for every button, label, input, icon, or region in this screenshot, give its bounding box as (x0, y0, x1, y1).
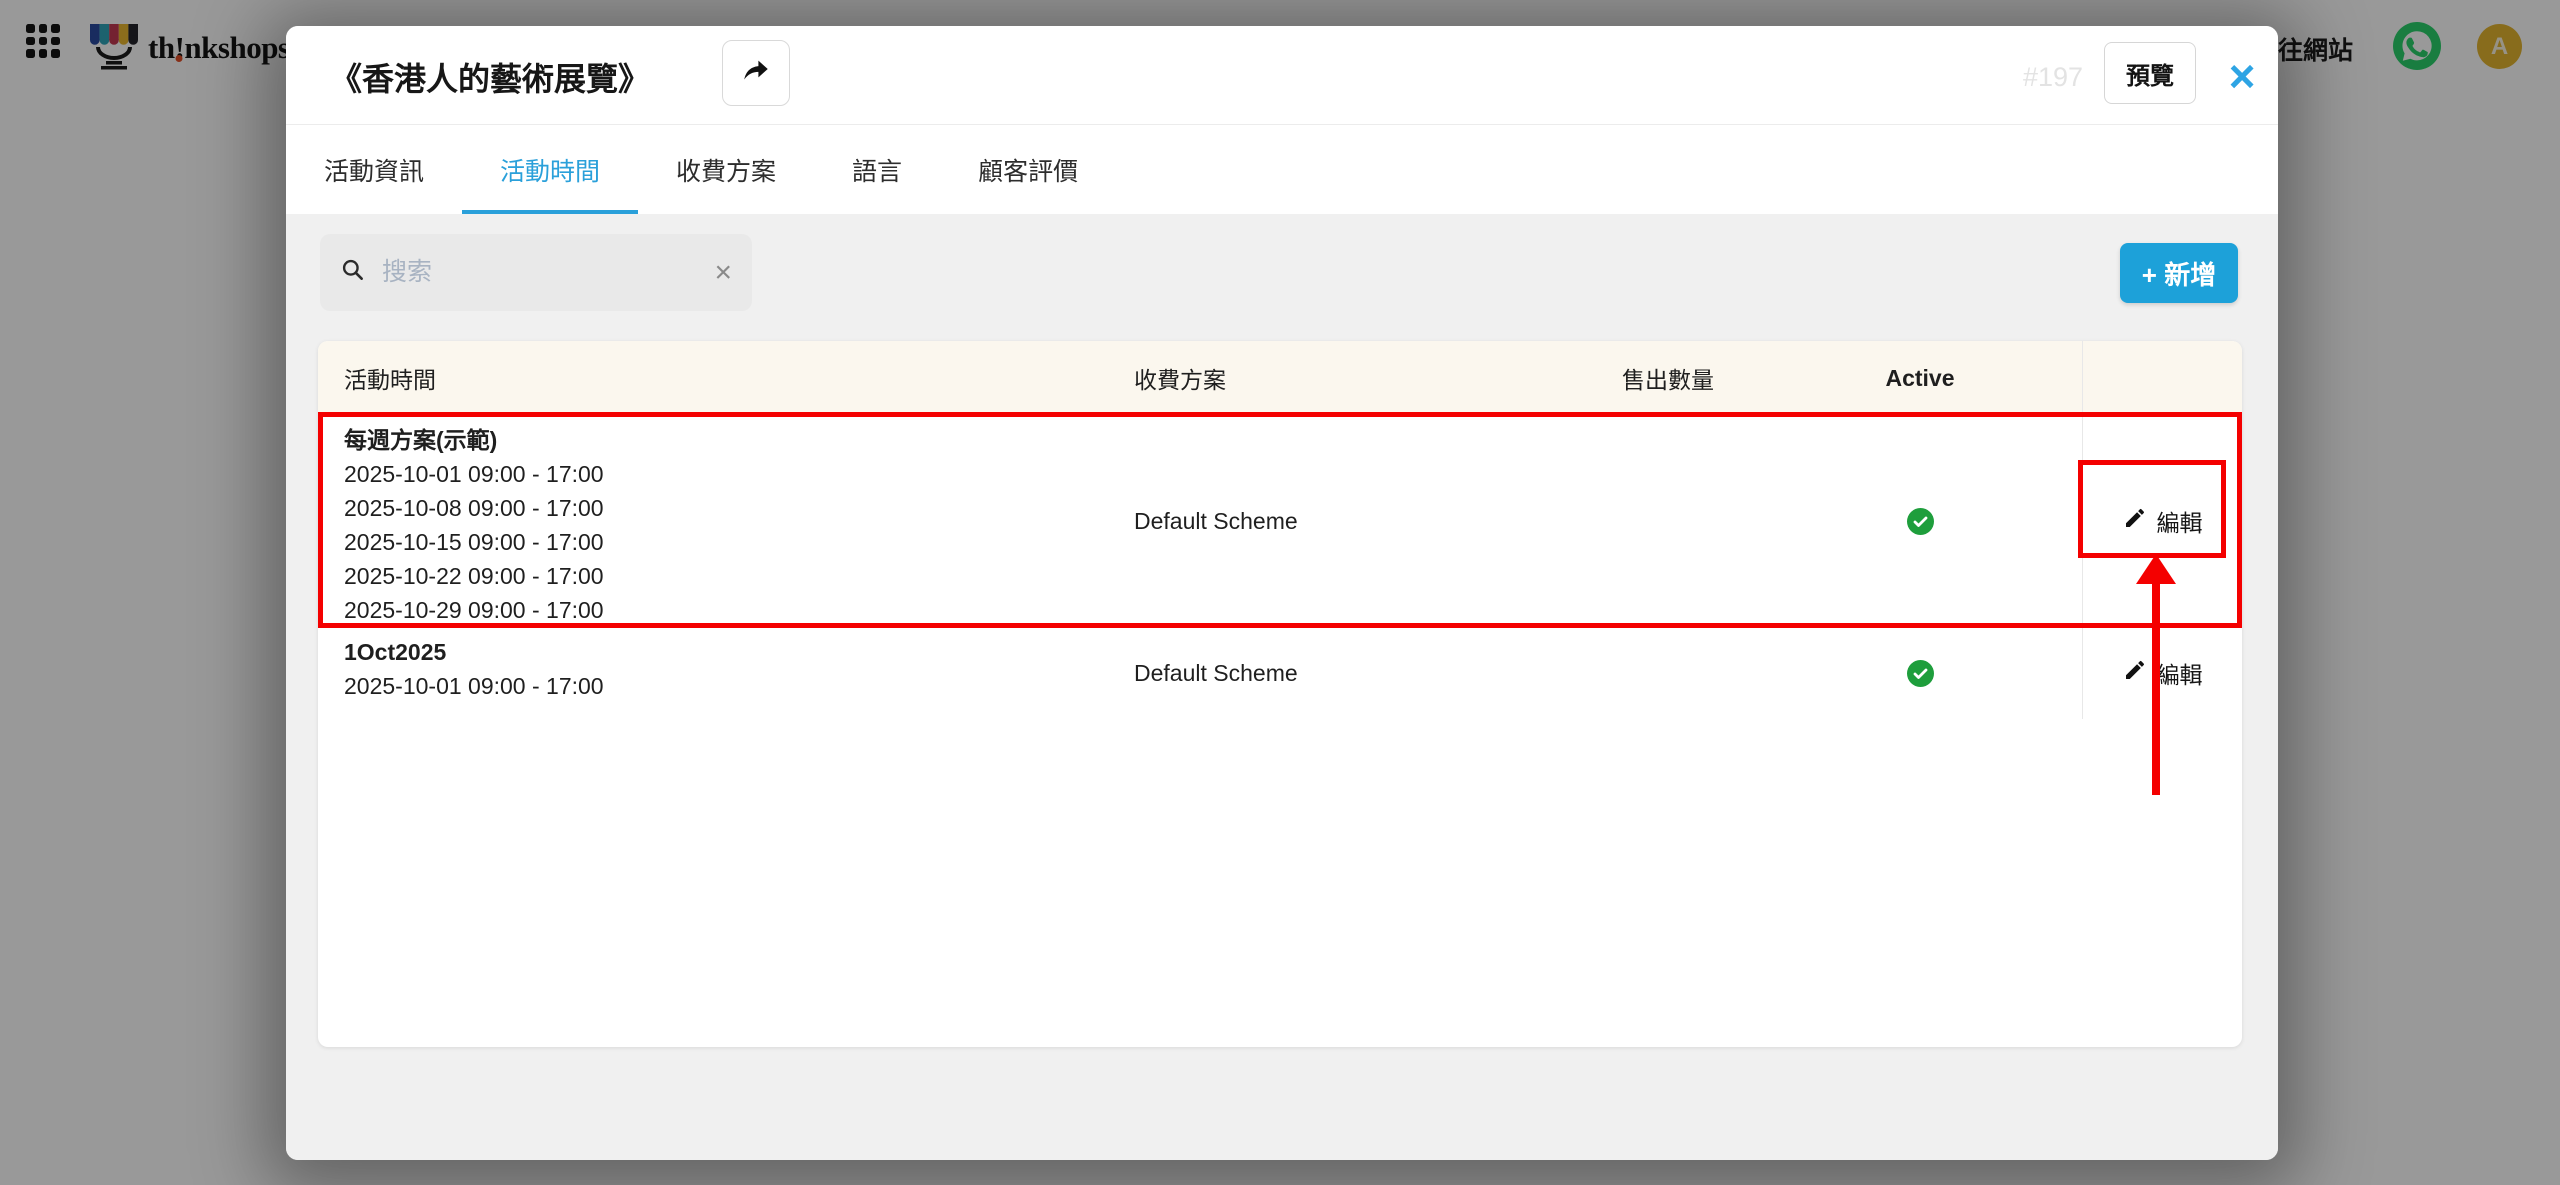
modal-tab-bar: 活動資訊 活動時間 收費方案 語言 顧客評價 (286, 125, 2278, 214)
sold-qty-cell (1578, 627, 1758, 719)
edit-label: 編輯 (2157, 504, 2203, 538)
close-icon[interactable]: × (2214, 48, 2270, 104)
table-header-row: 活動時間 收費方案 售出數量 Active (318, 341, 2242, 415)
tab-fee-schemes[interactable]: 收費方案 (638, 125, 814, 214)
modal-header: 《香港人的藝術展覽》 #197 預覽 × (286, 26, 2278, 125)
actions-cell: 編輯 (2082, 415, 2242, 627)
sold-qty-cell (1578, 415, 1758, 627)
time-slot: 2025-10-15 09:00 - 17:00 (344, 525, 604, 559)
modal-body: × + 新增 活動時間 收費方案 售出數量 Active 每週方案(示範) 20… (286, 214, 2278, 1160)
preview-button[interactable]: 預覽 (2104, 42, 2196, 104)
column-header-event-time: 活動時間 (318, 341, 1108, 415)
tab-event-times[interactable]: 活動時間 (462, 125, 638, 214)
time-slot: 2025-10-29 09:00 - 17:00 (344, 593, 604, 627)
pencil-icon (2123, 506, 2147, 536)
search-icon (340, 257, 366, 288)
search-box[interactable]: × (320, 234, 752, 311)
table-row: 1Oct2025 2025-10-01 09:00 - 17:00 Defaul… (318, 627, 2242, 719)
edit-button[interactable]: 編輯 (2117, 655, 2209, 691)
share-button[interactable] (722, 40, 790, 106)
event-times-table: 活動時間 收費方案 售出數量 Active 每週方案(示範) 2025-10-0… (318, 341, 2242, 1047)
actions-cell: 編輯 (2082, 627, 2242, 719)
column-header-fee-scheme: 收費方案 (1108, 341, 1578, 415)
clear-search-icon[interactable]: × (704, 258, 732, 288)
event-detail-modal: 《香港人的藝術展覽》 #197 預覽 × 活動資訊 活動時間 收費方案 語言 顧… (286, 26, 2278, 1160)
schedule-name: 每週方案(示範) (344, 423, 497, 457)
schedule-name: 1Oct2025 (344, 635, 446, 669)
edit-label: 編輯 (2157, 656, 2203, 690)
time-slot: 2025-10-01 09:00 - 17:00 (344, 457, 604, 491)
column-header-actions (2082, 341, 2242, 415)
active-check-icon (1907, 508, 1934, 535)
share-forward-icon (740, 55, 772, 92)
modal-title: 《香港人的藝術展覽》 (330, 54, 650, 100)
fee-scheme-cell: Default Scheme (1108, 415, 1578, 627)
tab-customer-reviews[interactable]: 顧客評價 (940, 125, 1116, 214)
column-header-active: Active (1758, 341, 2082, 415)
fee-scheme-cell: Default Scheme (1108, 627, 1578, 719)
tab-language[interactable]: 語言 (814, 125, 940, 214)
active-cell (1758, 415, 2082, 627)
time-slot: 2025-10-22 09:00 - 17:00 (344, 559, 604, 593)
search-input[interactable] (380, 257, 704, 288)
time-slot: 2025-10-08 09:00 - 17:00 (344, 491, 604, 525)
edit-button[interactable]: 編輯 (2117, 503, 2209, 539)
active-cell (1758, 627, 2082, 719)
active-check-icon (1907, 660, 1934, 687)
table-row: 每週方案(示範) 2025-10-01 09:00 - 17:00 2025-1… (318, 415, 2242, 627)
event-id-label: #197 (2023, 62, 2083, 93)
add-new-button[interactable]: + 新增 (2120, 243, 2238, 303)
event-time-cell: 1Oct2025 2025-10-01 09:00 - 17:00 (318, 627, 1108, 719)
column-header-sold-qty: 售出數量 (1578, 341, 1758, 415)
pencil-icon (2123, 658, 2147, 688)
event-time-cell: 每週方案(示範) 2025-10-01 09:00 - 17:00 2025-1… (318, 415, 1108, 627)
tab-event-info[interactable]: 活動資訊 (286, 125, 462, 214)
time-slot: 2025-10-01 09:00 - 17:00 (344, 669, 604, 703)
